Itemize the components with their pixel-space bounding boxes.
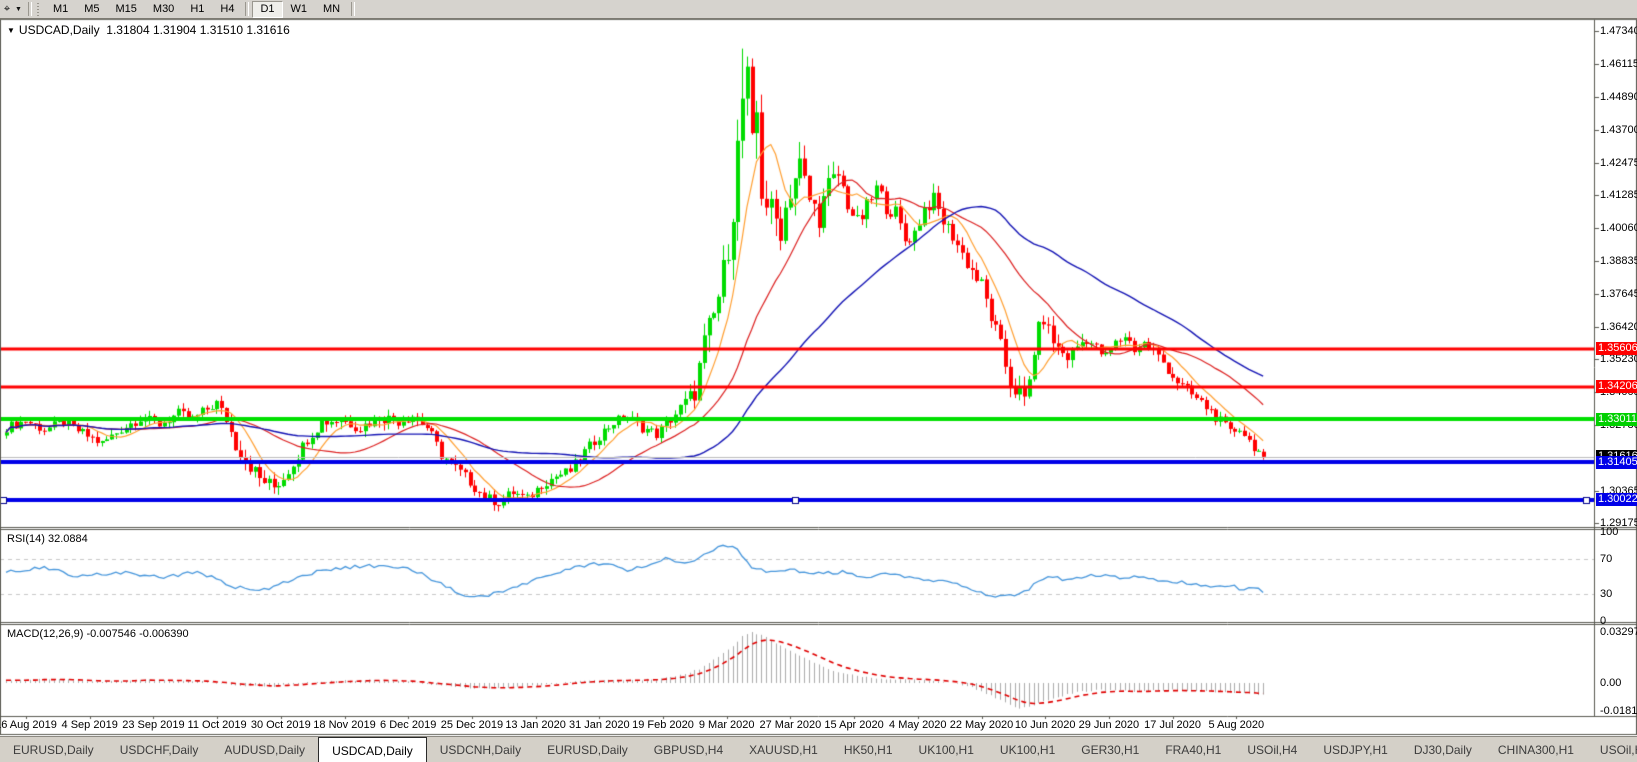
period-button-d1[interactable]: D1 [252,1,282,18]
chart-tab-bar: EURUSD,DailyUSDCHF,DailyAUDUSD,DailyUSDC… [0,736,1637,762]
toolbar-separator [28,2,32,16]
chart-tab-usdchf-daily[interactable]: USDCHF,Daily [107,737,212,762]
chart-tab-usdjpy-h1[interactable]: USDJPY,H1 [1310,737,1400,762]
period-button-m15[interactable]: M15 [108,1,145,18]
period-button-m30[interactable]: M30 [145,1,182,18]
toolbar-separator [245,2,249,16]
timeframe-toolbar: ⌖ ▼ M1M5M15M30H1H4 D1W1MN [0,0,1637,19]
chart-tab-eurusd-daily[interactable]: EURUSD,Daily [534,737,641,762]
period-button-h4[interactable]: H4 [212,1,242,18]
toolbar-grip[interactable] [37,3,41,16]
chart-tab-fra40-h1[interactable]: FRA40,H1 [1152,737,1234,762]
caret-down-icon[interactable]: ▼ [15,6,22,13]
chart-canvas[interactable] [0,0,1637,762]
chart-tab-usdcnh-daily[interactable]: USDCNH,Daily [427,737,534,762]
chart-tab-usoil-h1[interactable]: USOil,H1 [1587,737,1637,762]
crosshair-cursor-icon[interactable]: ⌖ [0,1,14,18]
mt4-terminal: ⌖ ▼ M1M5M15M30H1H4D1W1MN ▼USDCAD,Daily 1… [0,0,1637,762]
period-buttons: M1M5M15M30H1H4 D1W1MN [45,1,358,18]
chart-tab-eurusd-daily[interactable]: EURUSD,Daily [0,737,107,762]
chart-tab-china300-h1[interactable]: CHINA300,H1 [1485,737,1587,762]
chart-tab-dj30-daily[interactable]: DJ30,Daily [1401,737,1485,762]
chart-tab-xauusd-h1[interactable]: XAUUSD,H1 [736,737,831,762]
chart-tab-usoil-h4[interactable]: USOil,H4 [1234,737,1310,762]
period-button-h1[interactable]: H1 [182,1,212,18]
period-button-mn[interactable]: MN [315,1,348,18]
toolbar-separator [351,2,355,16]
chart-tab-uk100-h1[interactable]: UK100,H1 [987,737,1068,762]
chart-tab-hk50-h1[interactable]: HK50,H1 [831,737,906,762]
chart-tab-audusd-daily[interactable]: AUDUSD,Daily [211,737,318,762]
period-button-m5[interactable]: M5 [76,1,107,18]
chart-tab-gbpusd-h4[interactable]: GBPUSD,H4 [641,737,736,762]
chart-tab-uk100-h1[interactable]: UK100,H1 [906,737,987,762]
period-button-m1[interactable]: M1 [45,1,76,18]
chart-tab-ger30-h1[interactable]: GER30,H1 [1068,737,1152,762]
chart-tab-usdcad-daily[interactable]: USDCAD,Daily [318,737,427,762]
period-button-w1[interactable]: W1 [283,1,316,18]
